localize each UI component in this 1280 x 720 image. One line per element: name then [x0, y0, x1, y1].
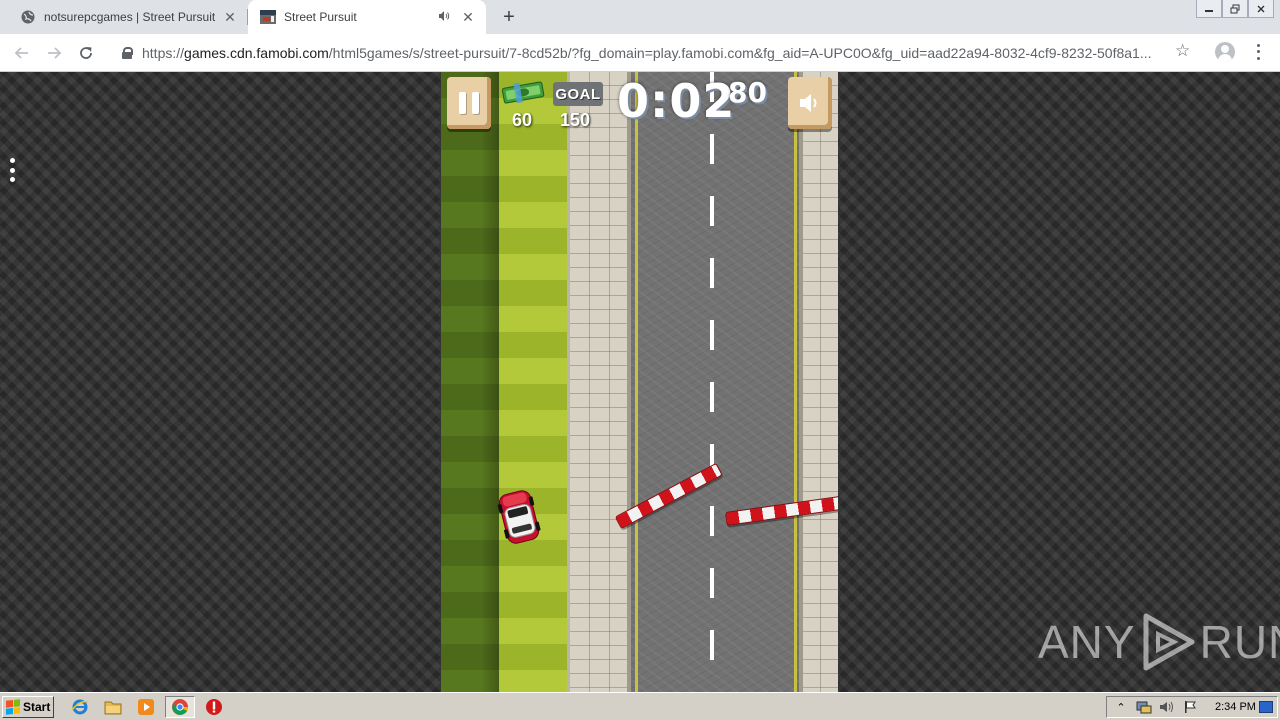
account-avatar-icon[interactable]	[1215, 42, 1235, 62]
reload-icon[interactable]	[74, 41, 98, 65]
windows-logo-icon	[6, 699, 20, 715]
tab-street-pursuit[interactable]: Street Pursuit ✕	[248, 0, 486, 34]
tab-close-icon[interactable]: ✕	[220, 7, 240, 27]
road	[631, 72, 799, 692]
cash-icon	[501, 80, 545, 104]
taskbar: Start ⌃ 2:34 PM	[0, 692, 1280, 720]
bookmark-star-icon[interactable]: ☆	[1175, 41, 1190, 61]
watermark-right: RUN	[1199, 616, 1280, 668]
lock-icon	[122, 47, 133, 59]
ie-icon[interactable]	[70, 697, 90, 717]
tab-close-icon[interactable]: ✕	[458, 7, 478, 27]
grass-dark-strip	[441, 72, 499, 692]
window-controls	[1196, 0, 1274, 18]
new-tab-button[interactable]: +	[498, 6, 520, 28]
back-icon[interactable]	[10, 41, 34, 65]
road-center-line	[710, 72, 714, 692]
action-center-flag-icon[interactable]	[1181, 699, 1199, 715]
restore-icon[interactable]	[1222, 0, 1248, 18]
browser-toolbar: https://games.cdn.famobi.com/html5games/…	[0, 34, 1280, 72]
browser-tab-strip: notsurepcgames | Street Pursuit ✕ Street…	[0, 0, 1280, 34]
taskbar-clock[interactable]: 2:34 PM	[1215, 701, 1256, 713]
watermark-play-icon	[1143, 613, 1195, 671]
start-label: Start	[23, 700, 51, 714]
minimize-icon[interactable]	[1196, 0, 1222, 18]
side-menu-icon[interactable]	[8, 158, 16, 182]
show-desktop-icon[interactable]	[1259, 701, 1273, 713]
stop-icon[interactable]	[204, 697, 224, 717]
explorer-icon[interactable]	[103, 697, 123, 717]
page-background: GOAL 60 150 0:02 80 ANY RUN	[0, 72, 1280, 692]
cash-count: 60	[512, 110, 533, 130]
timer-main: 0:02	[617, 74, 736, 128]
speaker-icon[interactable]	[438, 10, 450, 25]
tab-title: notsurepcgames | Street Pursuit	[44, 10, 216, 24]
tab-title: Street Pursuit	[284, 10, 357, 24]
left-sidewalk	[567, 72, 627, 692]
start-button[interactable]: Start	[2, 696, 54, 718]
anyrun-watermark: ANY RUN	[1038, 610, 1280, 674]
media-player-icon[interactable]	[136, 697, 156, 717]
chrome-icon[interactable]	[165, 696, 195, 718]
address-bar[interactable]: https://games.cdn.famobi.com/html5games/…	[110, 38, 1205, 68]
sound-icon	[800, 94, 817, 112]
pause-button[interactable]	[447, 77, 491, 129]
tray-expand-icon[interactable]: ⌃	[1112, 699, 1130, 715]
right-sidewalk	[803, 72, 838, 692]
road-edge-line-right	[794, 72, 797, 692]
sound-button[interactable]	[788, 77, 832, 129]
watermark-left: ANY	[1038, 616, 1136, 668]
url-text: https://games.cdn.famobi.com/html5games/…	[142, 45, 1152, 61]
tab-notsurepcgames[interactable]: notsurepcgames | Street Pursuit ✕	[8, 0, 248, 34]
network-icon[interactable]	[1135, 699, 1153, 715]
game-canvas[interactable]: GOAL 60 150 0:02 80	[441, 72, 838, 692]
pause-icon	[459, 92, 479, 114]
road-edge-line-left	[635, 72, 638, 692]
browser-menu-icon[interactable]	[1252, 42, 1264, 62]
system-tray: ⌃ 2:34 PM	[1106, 696, 1278, 718]
timer-fraction: 80	[728, 76, 767, 109]
goal-count: 150	[560, 110, 591, 130]
grass-light-strip	[499, 72, 567, 692]
game-thumbnail-icon	[260, 9, 276, 25]
globe-icon	[20, 9, 36, 25]
volume-icon[interactable]	[1158, 699, 1176, 715]
forward-icon[interactable]	[42, 41, 66, 65]
goal-label: GOAL	[553, 82, 603, 106]
close-icon[interactable]	[1248, 0, 1274, 18]
